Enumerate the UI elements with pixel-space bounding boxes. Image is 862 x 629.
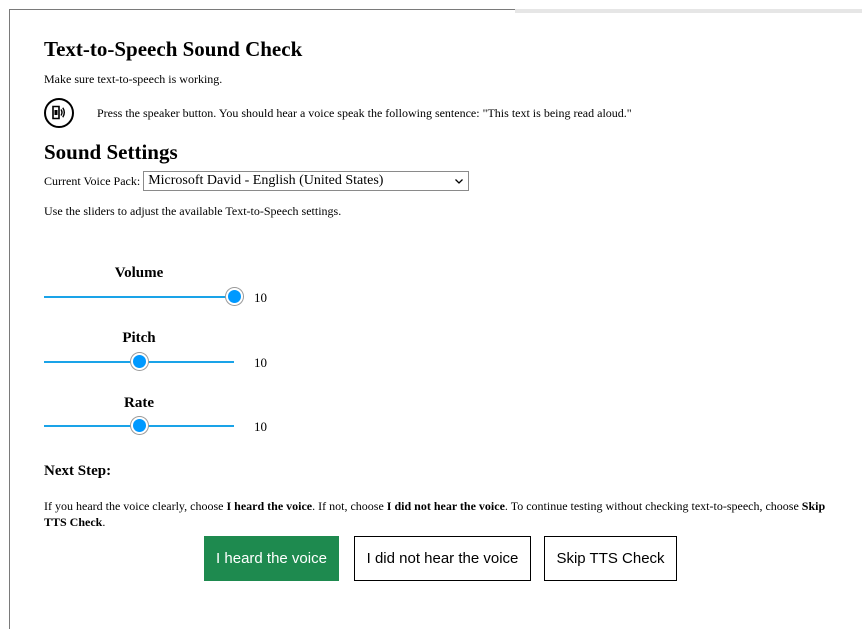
rate-slider-group: Rate 10 bbox=[44, 394, 304, 458]
voice-pack-select[interactable]: Microsoft David - English (United States… bbox=[143, 171, 470, 191]
voice-pack-value: Microsoft David - English (United States… bbox=[148, 173, 384, 188]
volume-value: 10 bbox=[254, 290, 267, 305]
chevron-down-icon bbox=[455, 179, 464, 184]
did-not-hear-button[interactable]: I did not hear the voice bbox=[354, 536, 531, 581]
next-step-instructions: If you heard the voice clearly, choose I… bbox=[44, 498, 834, 530]
pitch-label: Pitch bbox=[122, 330, 156, 346]
skip-tts-button[interactable]: Skip TTS Check bbox=[544, 536, 677, 581]
next-text-2: . If not, choose bbox=[312, 499, 387, 513]
voice-pack-row: Current Voice Pack: Microsoft David - En… bbox=[44, 171, 844, 191]
next-text-4: . bbox=[102, 515, 106, 529]
pitch-slider-group: Pitch 10 bbox=[44, 329, 304, 393]
sliders-hint: Use the sliders to adjust the available … bbox=[44, 204, 342, 218]
next-bold-heard: I heard the voice bbox=[226, 499, 313, 513]
page-title: Text-to-Speech Sound Check bbox=[44, 37, 303, 61]
next-text-1: If you heard the voice clearly, choose bbox=[44, 499, 227, 513]
volume-slider-thumb[interactable] bbox=[225, 288, 243, 305]
heard-voice-button[interactable]: I heard the voice bbox=[204, 536, 339, 581]
page-subtitle: Make sure text-to-speech is working. bbox=[44, 72, 223, 86]
rate-label: Rate bbox=[124, 395, 154, 411]
voice-pack-label: Current Voice Pack: bbox=[44, 174, 141, 188]
sound-settings-heading: Sound Settings bbox=[44, 140, 178, 164]
next-text-3: . To continue testing without checking t… bbox=[504, 499, 802, 513]
speaker-instruction: Press the speaker button. You should hea… bbox=[97, 106, 632, 120]
speaker-button[interactable] bbox=[44, 98, 74, 128]
pitch-value: 10 bbox=[254, 355, 267, 370]
rate-value: 10 bbox=[254, 419, 267, 434]
next-step-heading: Next Step: bbox=[44, 463, 112, 479]
next-bold-not-heard: I did not hear the voice bbox=[386, 499, 505, 513]
top-divider bbox=[515, 9, 862, 13]
speaker-row: Press the speaker button. You should hea… bbox=[44, 97, 844, 131]
speaker-icon bbox=[52, 105, 65, 120]
tts-check-panel: Text-to-Speech Sound Check Make sure tex… bbox=[44, 36, 844, 219]
volume-label: Volume bbox=[114, 265, 164, 281]
rate-slider-thumb[interactable] bbox=[130, 417, 148, 434]
action-buttons: I heard the voice I did not hear the voi… bbox=[204, 536, 677, 581]
volume-slider-track[interactable] bbox=[44, 296, 234, 298]
pitch-slider-thumb[interactable] bbox=[130, 353, 148, 370]
volume-slider-group: Volume 10 bbox=[44, 264, 304, 328]
